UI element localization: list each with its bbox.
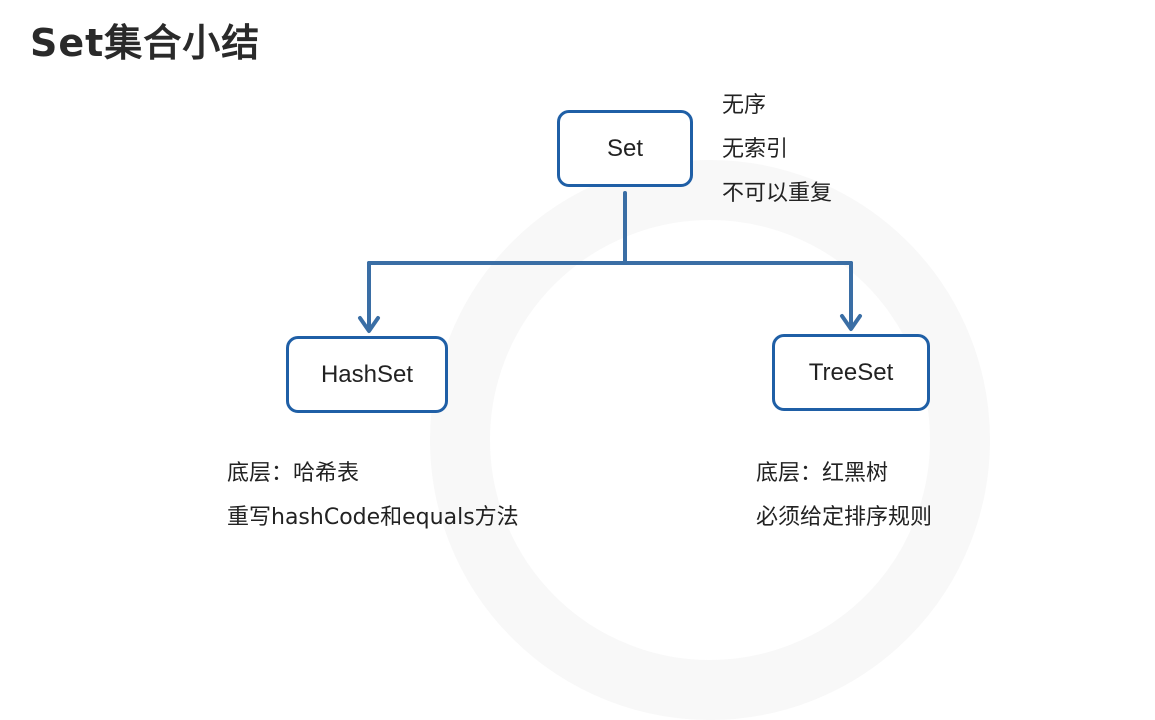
treeset-node-label: TreeSet — [808, 358, 894, 386]
tree-connectors — [358, 191, 862, 333]
hashset-notes: 底层：哈希表 重写hashCode和equals方法 — [227, 452, 519, 540]
set-node: Set — [557, 110, 693, 187]
treeset-note-structure: 底层：红黑树 — [756, 461, 889, 486]
set-note-no-duplicates: 不可以重复 — [722, 181, 833, 206]
hashset-note-override: 重写hashCode和equals方法 — [227, 505, 519, 530]
treeset-node: TreeSet — [772, 334, 930, 411]
hashset-node: HashSet — [286, 336, 448, 413]
treeset-notes: 底层：红黑树 必须给定排序规则 — [756, 452, 932, 540]
set-notes: 无序 无索引 不可以重复 — [722, 84, 832, 216]
set-note-no-index: 无索引 — [722, 137, 789, 162]
hashset-note-structure: 底层：哈希表 — [227, 461, 360, 486]
set-node-label: Set — [606, 134, 644, 162]
treeset-note-sorting: 必须给定排序规则 — [756, 505, 933, 530]
set-note-unordered: 无序 — [722, 93, 767, 118]
hashset-node-label: HashSet — [320, 360, 414, 388]
